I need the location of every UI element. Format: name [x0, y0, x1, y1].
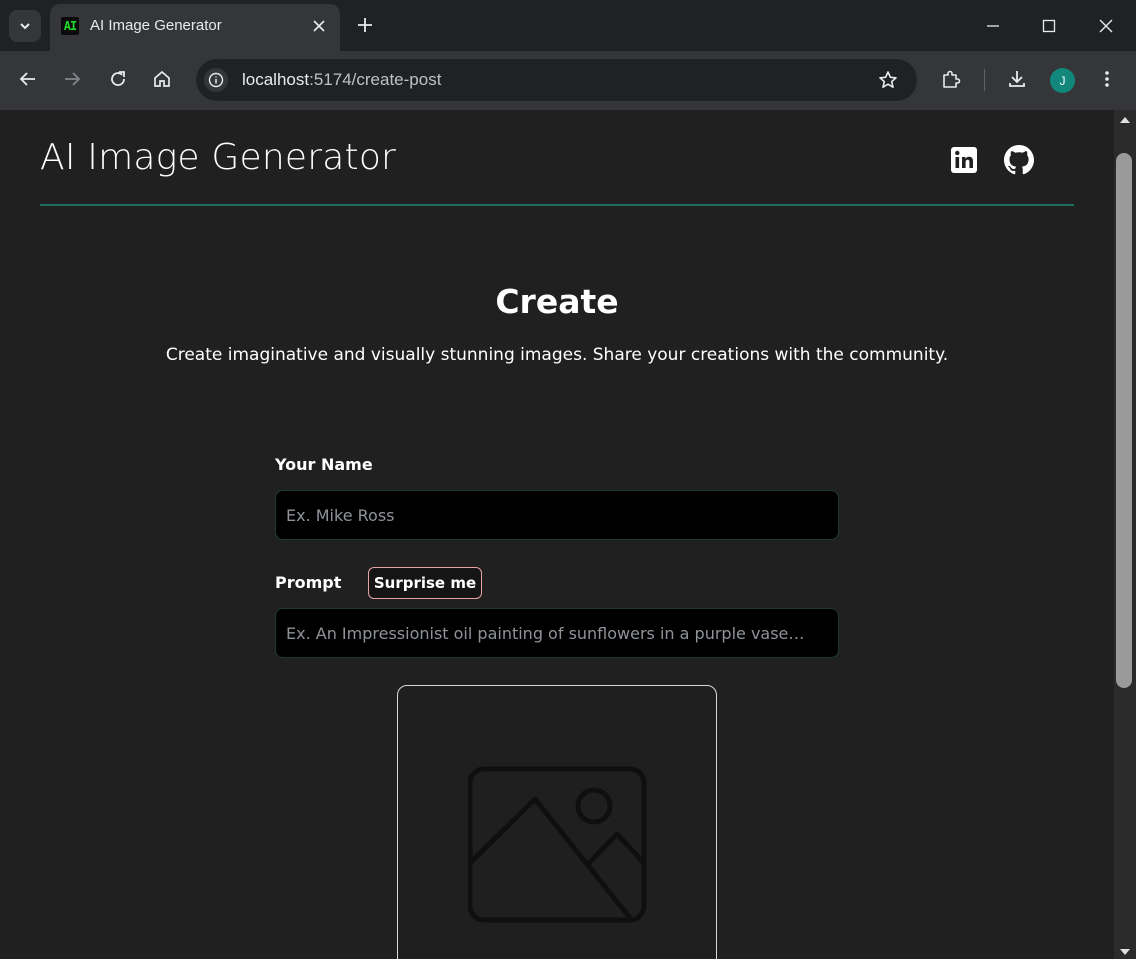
new-tab-button[interactable] [353, 13, 377, 37]
github-icon [1004, 145, 1034, 175]
bookmark-button[interactable] [877, 69, 899, 91]
image-preview [397, 685, 717, 959]
prompt-input[interactable] [275, 608, 839, 658]
maximize-button[interactable] [1037, 14, 1061, 38]
arrow-right-icon [65, 72, 81, 86]
download-icon [1009, 71, 1025, 87]
more-vert-icon [1105, 71, 1109, 87]
reload-button[interactable] [106, 67, 130, 91]
page-scrollbar[interactable] [1114, 110, 1136, 959]
puzzle-icon [943, 70, 961, 88]
image-placeholder-icon [468, 766, 647, 923]
back-button[interactable] [16, 67, 40, 91]
scroll-down-arrow-icon[interactable] [1120, 949, 1130, 955]
downloads-button[interactable] [1005, 67, 1029, 91]
name-label: Your Name [275, 455, 373, 474]
browser-tab-strip: AI AI Image Generator [0, 0, 1136, 51]
browser-toolbar: localhost:5174/create-post J [0, 51, 1136, 110]
page-viewport: AI Image Generator Create Create imagina… [0, 110, 1114, 959]
page-subtitle: Create imaginative and visually stunning… [165, 345, 949, 365]
close-icon [1099, 19, 1113, 33]
address-bar[interactable]: localhost:5174/create-post [196, 59, 917, 101]
minimize-button[interactable] [981, 14, 1005, 38]
favicon-icon: AI [61, 17, 79, 35]
arrow-left-icon [19, 72, 35, 86]
prompt-label: Prompt [275, 573, 342, 592]
surprise-me-button[interactable]: Surprise me [368, 567, 482, 599]
browser-menu-button[interactable] [1095, 67, 1119, 91]
close-icon [313, 20, 325, 32]
close-window-button[interactable] [1094, 14, 1118, 38]
tab-close-button[interactable] [309, 16, 329, 36]
url-host: localhost [242, 70, 310, 89]
linkedin-link[interactable] [948, 144, 980, 176]
site-title[interactable]: AI Image Generator [40, 137, 396, 178]
github-link[interactable] [1003, 144, 1035, 176]
reload-icon [111, 71, 125, 86]
forward-button[interactable] [60, 67, 84, 91]
star-icon [879, 71, 897, 88]
home-button[interactable] [150, 67, 174, 91]
site-info-button[interactable] [204, 68, 228, 92]
scroll-up-arrow-icon[interactable] [1120, 117, 1130, 123]
chevron-down-icon [20, 23, 30, 30]
toolbar-separator [984, 69, 985, 91]
linkedin-icon [951, 147, 977, 173]
profile-avatar[interactable]: J [1050, 68, 1075, 93]
tab-title: AI Image Generator [90, 17, 222, 34]
home-icon [154, 70, 170, 87]
maximize-icon [1042, 19, 1056, 33]
tab-search-button[interactable] [9, 10, 41, 42]
url-text[interactable]: localhost:5174/create-post [242, 70, 441, 90]
info-icon [208, 72, 224, 88]
minimize-icon [987, 25, 999, 27]
scroll-thumb[interactable] [1116, 153, 1132, 688]
url-path: :5174/create-post [309, 70, 442, 89]
browser-tab[interactable]: AI AI Image Generator [50, 4, 340, 51]
extensions-button[interactable] [939, 67, 963, 91]
name-input[interactable] [275, 490, 839, 540]
plus-icon [358, 18, 372, 32]
page-title: Create [495, 282, 619, 321]
